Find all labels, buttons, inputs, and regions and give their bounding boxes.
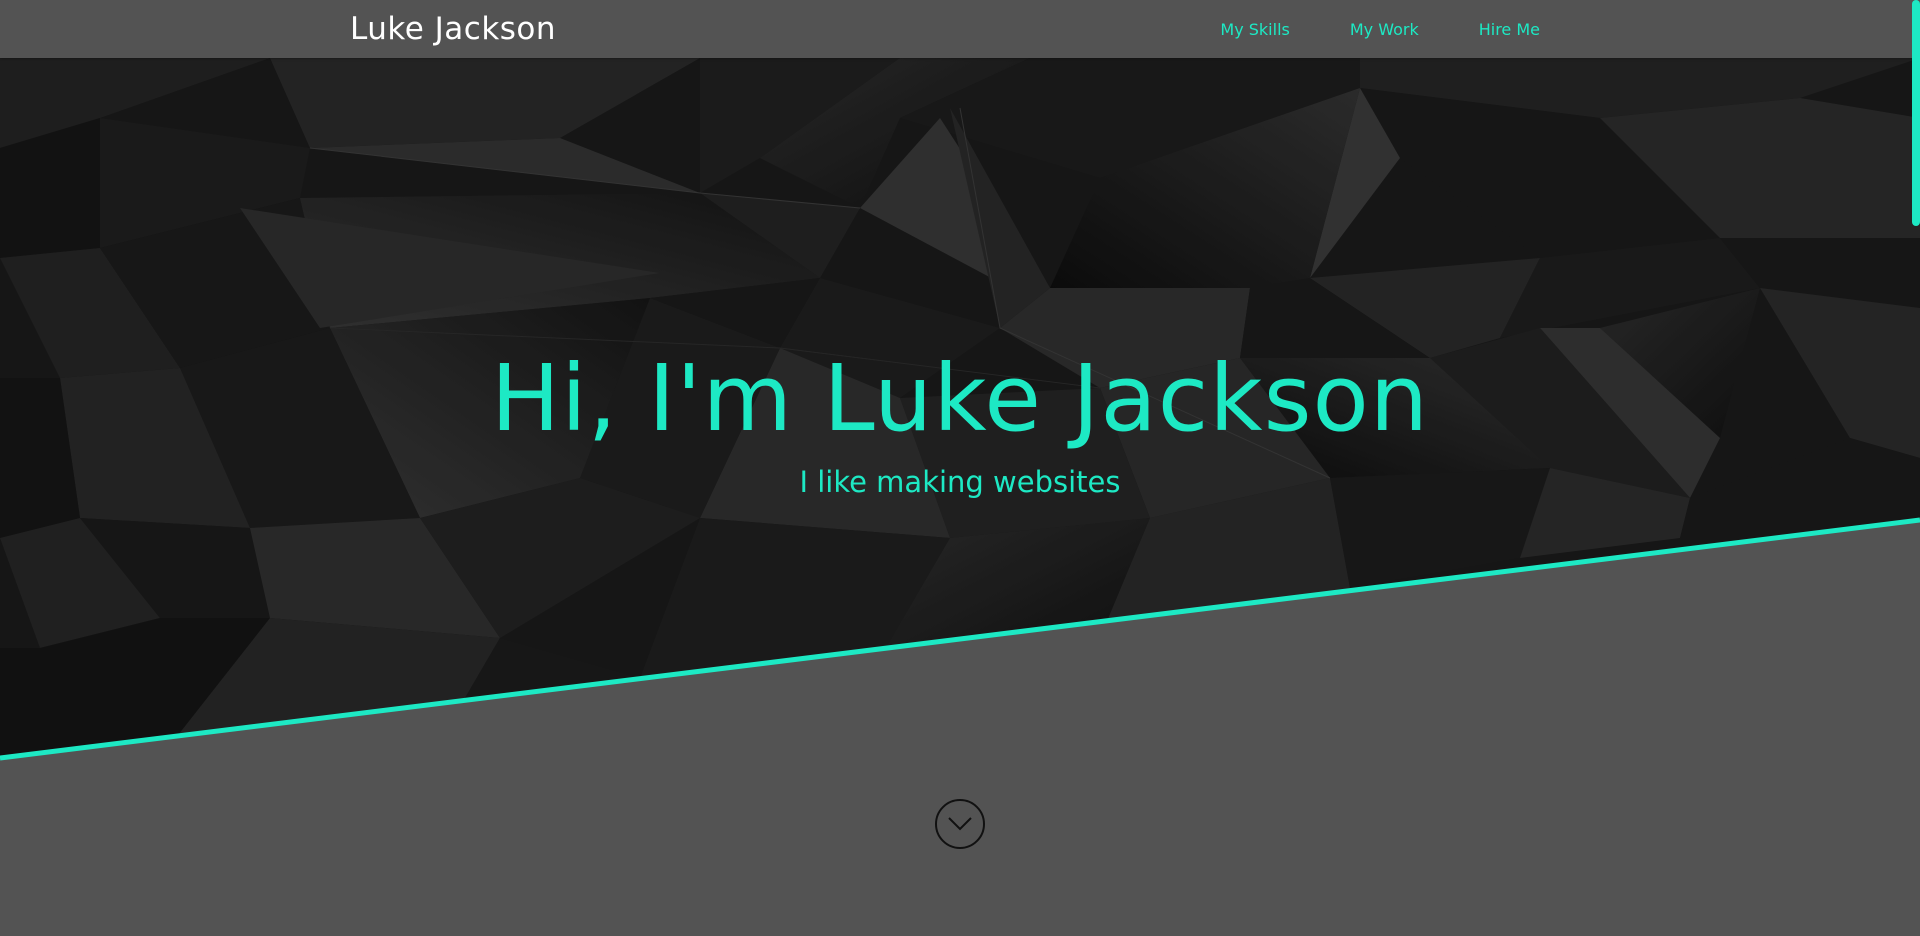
hero-title: Hi, I'm Luke Jackson (490, 345, 1430, 452)
brand-logo[interactable]: Luke Jackson (350, 11, 556, 47)
page-scrollbar[interactable] (1912, 0, 1920, 936)
nav-link-my-skills[interactable]: My Skills (1220, 20, 1289, 39)
hero-subtitle: I like making websites (799, 465, 1121, 499)
nav-link-my-work[interactable]: My Work (1350, 20, 1419, 39)
scrollbar-thumb[interactable] (1912, 0, 1920, 226)
chevron-down-icon (948, 817, 972, 831)
page: Luke Jackson My Skills My Work Hire Me H… (0, 0, 1920, 936)
main-nav: My Skills My Work Hire Me (1220, 20, 1540, 39)
nav-link-hire-me[interactable]: Hire Me (1479, 20, 1540, 39)
header: Luke Jackson My Skills My Work Hire Me (0, 0, 1920, 58)
scroll-down-button[interactable] (935, 799, 985, 849)
